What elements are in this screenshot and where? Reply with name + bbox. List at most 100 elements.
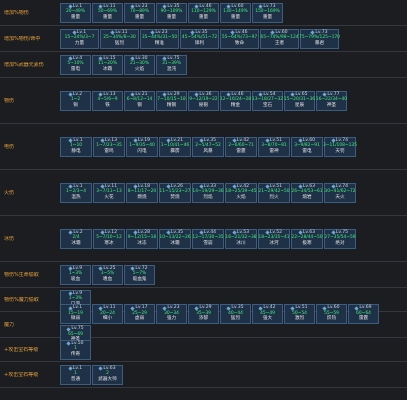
affix-cell[interactable]: Lv.11 20~24 细小 — [92, 304, 123, 324]
affix-cell[interactable]: Lv.26 11~15/23~27 焚烧 — [159, 182, 191, 203]
affix-cell[interactable]: Lv.73 75~79%/125~170 暴君 — [299, 28, 340, 49]
affix-cell[interactable]: Lv.29 7~10/15~18 精钢 — [156, 90, 187, 111]
affix-cell[interactable]: Lv.77 16~22/34~40 神圣 — [316, 90, 347, 111]
affix-name: 燃烧 — [137, 194, 147, 200]
gem-icon — [290, 306, 295, 311]
affix-cell[interactable]: Lv.42 45~49 强大 — [252, 304, 283, 324]
affix-cell[interactable]: Lv.74 3~11/108~135 天罚 — [323, 136, 357, 157]
affix-row: 冰伤 Lv.2 2/4 冰霜 Lv.12 5~7/10~12 寒冰 Lv.28 9~12/15~… — [0, 216, 407, 262]
affix-cell[interactable]: Lv.1 1~2/3~4 温热 — [60, 182, 92, 203]
affix-cell[interactable]: Lv.1 1 普通 — [60, 364, 91, 385]
affix-cell[interactable]: Lv.1 15~24%/3~7 力量 — [60, 28, 99, 49]
affix-cell[interactable]: Lv.63 26~34/53~61 熔岩 — [291, 182, 323, 203]
affix-cell[interactable]: Lv.53 16~21/32~38 冰川 — [225, 228, 257, 249]
row-label: 冰伤 — [4, 235, 15, 242]
affix-level: Lv.11 — [98, 305, 116, 311]
affix-cell[interactable]: Lv.11 3~7/11~13 火花 — [93, 182, 125, 203]
affix-cell[interactable]: Lv.12 5~7/10~12 寒冰 — [93, 228, 125, 249]
affix-name: 雪崩 — [203, 240, 213, 246]
affix-cell[interactable]: Lv.19 1~9/35~40 闪电 — [126, 136, 158, 157]
affix-cell[interactable]: Lv.63 22~28/44~50 极寒 — [291, 228, 323, 249]
affix-cell[interactable]: Lv.42 18~25/39~45 火焰 — [225, 182, 257, 203]
affix-cell[interactable]: Lv.51 3~8/70~81 雷神 — [258, 136, 290, 157]
affix-name: 精准 — [154, 40, 165, 46]
affix-cell[interactable]: Lv.15 11~20% 冰霜 — [92, 54, 123, 75]
affix-cell[interactable]: Lv.2 2/4 冰霜 — [60, 228, 92, 249]
affix-cell[interactable]: Lv.75 27~35/54~59 绝对 — [324, 228, 356, 249]
row-label: 物伤 — [4, 97, 15, 104]
affix-cell[interactable]: Lv.65 15~20/31~36 星辰 — [284, 90, 315, 111]
affix-name: 精金 — [230, 102, 241, 108]
affix-cell[interactable]: Lv.35 10~13/22~26 冰霜 — [159, 228, 191, 249]
affix-cell[interactable]: Lv.35 45~54%/51~72 锋利 — [180, 28, 219, 49]
affix-name: 吸血鬼 — [132, 276, 147, 282]
affix-name: 雷电 — [302, 148, 312, 154]
affix-cell[interactable]: Lv.51 50~54 激烈 — [284, 304, 315, 324]
affix-cell[interactable]: Lv.73 150~169% 重量 — [252, 2, 283, 23]
gem-icon — [98, 306, 103, 311]
affix-cell[interactable]: Lv.35 40~44 猛烈 — [220, 304, 251, 324]
affix-cell[interactable]: Lv.18 8~11/17~20 燃烧 — [126, 182, 158, 203]
affix-cell[interactable]: Lv.51 21~29/42~50 烈火 — [258, 182, 290, 203]
affix-cell[interactable]: Lv.69 60~64 雷霆 — [348, 304, 379, 324]
affix-cell[interactable]: Lv.60 65~74%/98~124 王者 — [260, 28, 299, 49]
affix-cell[interactable]: Lv.35 2~5/47~52 风暴 — [192, 136, 224, 157]
affix-cell[interactable]: Lv.60 55~59 炽热 — [316, 304, 347, 324]
affix-cell[interactable]: Lv.1 15~19 微弱 — [60, 304, 91, 324]
affix-name: 细小 — [102, 316, 113, 322]
affix-name: 雷神 — [269, 148, 279, 154]
affix-level: Lv.75 — [66, 326, 84, 332]
affix-cell[interactable]: Lv.54 13~18/27~32 宝石 — [252, 90, 283, 111]
affix-level-text: Lv.51 — [295, 305, 308, 310]
affix-cell[interactable]: Lv.23 35~44%/31~50 精准 — [140, 28, 179, 49]
affix-level-text: Lv.35 — [231, 305, 244, 310]
affix-cell[interactable]: Lv.60 3~9/82~91 雷电 — [291, 136, 323, 157]
affix-cell[interactable]: Lv.4 5~10% 雷电 — [60, 54, 91, 75]
affix-cell[interactable]: Lv.1 1~10 静电 — [60, 136, 92, 157]
affix-name: 虚弱 — [134, 316, 145, 322]
affix-cells: Lv.1 15~24%/3~7 力量 Lv.11 25~34%/8~30 猛烈 Lv.23 3… — [60, 28, 340, 49]
affix-cell[interactable]: Lv.2 1~2 铜 — [60, 90, 91, 111]
affix-cell[interactable]: Lv.29 35~39 浓郁 — [188, 304, 219, 324]
affix-cell[interactable]: Lv.9 1~3% 吸血 — [60, 264, 91, 285]
affix-cell[interactable]: Lv.36 9~12/19~22 秘银 — [188, 90, 219, 111]
affix-cell[interactable]: Lv.46 110~129% 重量 — [188, 2, 219, 23]
affix-name: 神圣 — [326, 102, 337, 108]
affix-cell[interactable]: Lv.1 20~49% 重量 — [60, 2, 91, 23]
affix-cell[interactable]: Lv.63 2 武器大师 — [92, 364, 123, 385]
affix-cell[interactable]: Lv.46 12~16/24~28 精金 — [220, 90, 251, 111]
affix-cell[interactable]: Lv.72 5~7% 吸血鬼 — [124, 264, 155, 285]
affix-cell[interactable]: Lv.17 25~29 虚弱 — [124, 304, 155, 324]
affix-cell[interactable]: Lv.21 6~8/12~14 钢 — [124, 90, 155, 111]
affix-cell[interactable]: Lv.75 31~39% 混沌 — [156, 54, 187, 75]
row-label: +攻击宝石等级 — [4, 346, 39, 353]
affix-cell[interactable]: Lv.30 21~30% 火焰 — [124, 54, 155, 75]
affix-cell[interactable]: Lv.42 2~6/60~71 雷霆 — [225, 136, 257, 157]
affix-level-text: Lv.42 — [263, 305, 276, 310]
affix-cell[interactable]: Lv.13 1~7/23~35 雷鸣 — [93, 136, 125, 157]
affix-cell[interactable]: Lv.35 90~109% 重量 — [156, 2, 187, 23]
affix-cell[interactable]: Lv.11 50~69% 重量 — [92, 2, 123, 23]
gem-icon — [68, 366, 73, 371]
affix-cell[interactable]: Lv.25 3~5% 嗜血 — [92, 264, 123, 285]
affix-name: 雷霆 — [236, 148, 246, 154]
affix-cell[interactable]: Lv.21 1~10/41~46 霹雳 — [159, 136, 191, 157]
affix-cell[interactable]: Lv.23 70~89% 重量 — [124, 2, 155, 23]
affix-cell[interactable]: Lv.11 25~34%/8~30 猛烈 — [100, 28, 139, 49]
affix-name: 重量 — [102, 14, 113, 20]
affix-cell[interactable]: Lv.23 30~34 强力 — [156, 304, 187, 324]
affix-cell[interactable]: Lv.33 14~19/29~36 烈焰 — [192, 182, 224, 203]
affix-cell[interactable]: Lv.28 9~12/15~18 冰冻 — [126, 228, 158, 249]
affix-cell[interactable]: Lv.74 30~41/62~72 天火 — [324, 182, 356, 203]
affix-cells: Lv.2 2/4 冰霜 Lv.12 5~7/10~12 寒冰 Lv.28 9~12/15~18… — [60, 228, 356, 249]
affix-cell[interactable]: Lv.52 18~23/35~41 冰河 — [258, 228, 290, 249]
affix-name: 寒冰 — [104, 240, 114, 246]
affix-cell[interactable]: Lv.13 4~5/6~9 铁 — [92, 90, 123, 111]
affix-name: 重量 — [134, 14, 145, 20]
affix-cell[interactable]: Lv.46 55~64%/73~97 致命 — [220, 28, 259, 49]
affix-cell[interactable]: Lv.50 1 传奇 — [60, 339, 91, 360]
affix-name: 冰霜 — [170, 240, 180, 246]
affix-cell[interactable]: Lv.60 130~149% 重量 — [220, 2, 251, 23]
affix-cell[interactable]: Lv.44 12~17/30~35 雪崩 — [192, 228, 224, 249]
affix-level: Lv.23 — [162, 305, 180, 311]
